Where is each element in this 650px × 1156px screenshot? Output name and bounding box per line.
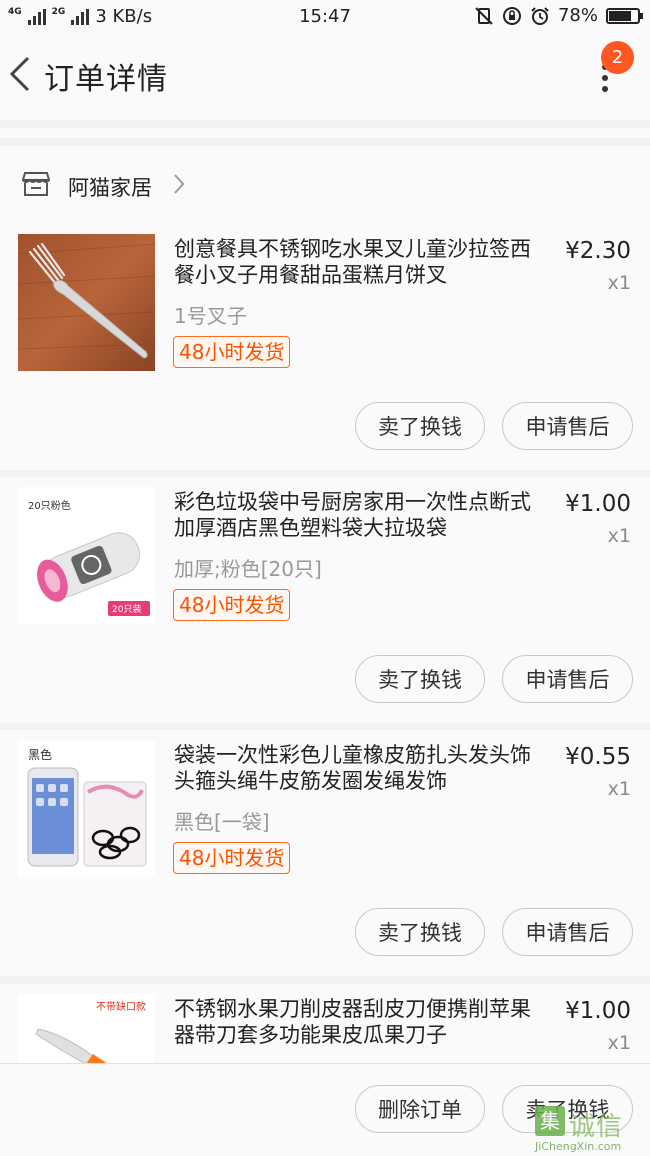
thumb-tag: 20只装 (112, 605, 142, 615)
product-price: ¥1.00 (565, 998, 631, 1024)
product-image-knife[interactable]: 不带缺口款 (18, 994, 155, 1063)
thumb-label: 不带缺口款 (96, 1002, 146, 1013)
delete-order-button[interactable]: 删除订单 (355, 1085, 485, 1133)
resell-button[interactable]: 卖了换钱 (355, 402, 485, 450)
fork-image (18, 234, 155, 371)
thumb-label: 20只粉色 (28, 501, 71, 512)
product-price: ¥2.30 (565, 238, 631, 264)
product-price: ¥0.55 (565, 744, 631, 770)
divider-strip (0, 128, 650, 138)
shop-row[interactable]: 阿猫家居 (0, 146, 650, 224)
battery-percent: 78% (557, 5, 598, 26)
shipping-tag: 48小时发货 (173, 842, 291, 874)
chevron-right-icon (174, 174, 185, 194)
product-sku: 黑色[一袋] (174, 810, 270, 834)
product-title[interactable]: 不锈钢水果刀削皮器刮皮刀便携削苹果器带刀套多功能果皮瓜果刀子 (174, 996, 549, 1048)
product-sku: 加厚;粉色[20只] (174, 557, 322, 581)
battery-icon (606, 7, 643, 24)
product-title[interactable]: 创意餐具不锈钢吃水果叉儿童沙拉签西餐小叉子用餐甜品蛋糕月饼叉 (174, 236, 549, 288)
order-item[interactable]: 20只粉色 20只装 彩色垃圾袋中号厨房家用一次性点断式加厚酒店黑色塑料袋大拉圾… (0, 477, 650, 723)
product-quantity: x1 (607, 778, 631, 800)
shop-icon (22, 172, 50, 196)
watermark: 集 诚信 JiChengXin.com (535, 1104, 647, 1154)
product-image-trash-bag[interactable]: 20只粉色 20只装 (18, 487, 155, 624)
shipping-tag: 48小时发货 (173, 589, 291, 621)
product-title[interactable]: 彩色垃圾袋中号厨房家用一次性点断式加厚酒店黑色塑料袋大拉圾袋 (174, 489, 549, 541)
product-quantity: x1 (607, 272, 631, 294)
mute-icon (475, 6, 493, 25)
after-sale-button[interactable]: 申请售后 (502, 402, 633, 450)
nav-header: 订单详情 2 (0, 34, 650, 120)
product-image-hair-ties[interactable]: 黑色 (18, 740, 155, 877)
watermark-box: 集 (535, 1106, 565, 1136)
thumb-label: 黑色 (28, 748, 53, 762)
product-price: ¥1.00 (565, 491, 631, 517)
product-image-fork[interactable] (18, 234, 155, 371)
after-sale-button[interactable]: 申请售后 (502, 908, 633, 956)
back-arrow-icon[interactable] (8, 56, 32, 92)
product-quantity: x1 (607, 1032, 631, 1054)
order-item[interactable]: 创意餐具不锈钢吃水果叉儿童沙拉签西餐小叉子用餐甜品蛋糕月饼叉 ¥2.30 x1 … (0, 224, 650, 470)
after-sale-button[interactable]: 申请售后 (502, 655, 633, 703)
page-title: 订单详情 (44, 62, 168, 97)
notification-badge: 2 (601, 41, 634, 74)
status-right: 78% (474, 5, 643, 26)
alarm-icon (531, 6, 549, 25)
resell-button[interactable]: 卖了换钱 (355, 655, 485, 703)
shop-name: 阿猫家居 (68, 176, 152, 200)
watermark-text: 诚信 (569, 1112, 624, 1142)
product-title[interactable]: 袋装一次性彩色儿童橡皮筋扎头发头饰头箍头绳牛皮筋发圈发绳发饰 (174, 742, 549, 794)
shipping-tag: 48小时发货 (173, 336, 291, 368)
order-item[interactable]: 黑色 袋装一次性彩色儿童橡皮筋扎头发头饰头箍头绳牛皮筋发圈发绳发饰 ¥0.55 … (0, 730, 650, 976)
status-bar: 4G 2G 3 KB/s 15:47 78% (0, 0, 650, 34)
rotation-lock-icon (502, 6, 521, 25)
product-quantity: x1 (607, 525, 631, 547)
product-sku: 1号叉子 (174, 304, 247, 328)
watermark-url: JiChengXin.com (535, 1140, 622, 1153)
order-item[interactable]: 不带缺口款 不锈钢水果刀削皮器刮皮刀便携削苹果器带刀套多功能果皮瓜果刀子 ¥1.… (0, 984, 650, 1063)
resell-button[interactable]: 卖了换钱 (355, 908, 485, 956)
